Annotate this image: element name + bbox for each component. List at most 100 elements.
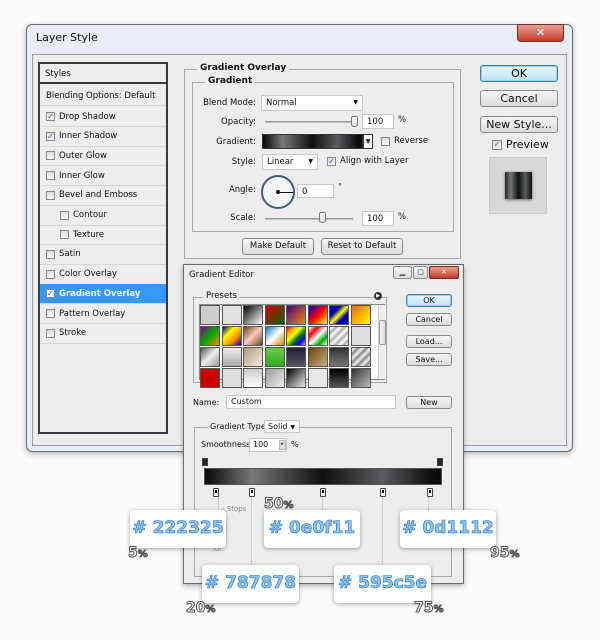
gradient-preview-swatch[interactable]	[262, 134, 363, 149]
styles-header[interactable]: Styles	[40, 64, 166, 84]
preset-swatch[interactable]	[221, 326, 242, 346]
style-checkbox[interactable]	[46, 131, 55, 141]
preset-swatch[interactable]	[264, 368, 285, 388]
preset-swatch[interactable]	[350, 347, 371, 367]
opacity-input[interactable]: 100	[362, 114, 394, 129]
preset-swatch[interactable]	[264, 326, 285, 346]
opacity-stop-right[interactable]	[437, 458, 443, 466]
preset-swatch[interactable]	[221, 368, 242, 388]
blend-mode-select[interactable]: Normal	[261, 95, 363, 111]
save-button[interactable]: Save...	[406, 353, 452, 366]
style-checkbox[interactable]	[60, 210, 69, 220]
preset-swatch[interactable]	[200, 347, 220, 367]
preset-swatch[interactable]	[221, 305, 242, 325]
preset-swatch[interactable]	[350, 305, 371, 325]
style-item-texture[interactable]: Texture	[40, 225, 166, 246]
style-item-inner-shadow[interactable]: Inner Shadow	[40, 127, 166, 147]
angle-dial[interactable]	[261, 175, 295, 209]
reset-to-default-button[interactable]: Reset to Default	[321, 238, 403, 255]
reverse-checkbox[interactable]	[381, 137, 390, 149]
opacity-stop-left[interactable]	[202, 458, 208, 466]
gradient-dropdown-arrow[interactable]: ▼	[363, 134, 373, 149]
style-item-bevel-and-emboss[interactable]: Bevel and Emboss	[40, 186, 166, 206]
preset-swatch[interactable]	[286, 326, 306, 346]
presets-scrollbar[interactable]	[378, 305, 386, 379]
preset-swatch[interactable]	[329, 305, 349, 325]
style-checkbox[interactable]	[46, 269, 55, 279]
style-item-satin[interactable]: Satin	[40, 245, 166, 265]
scrollbar-thumb[interactable]	[379, 320, 386, 345]
style-checkbox[interactable]	[46, 112, 55, 121]
preset-swatch[interactable]	[329, 368, 349, 388]
align-with-layer-checkbox[interactable]	[327, 157, 336, 167]
style-checkbox[interactable]	[46, 171, 55, 181]
style-item-stroke[interactable]: Stroke	[40, 324, 166, 344]
scale-input[interactable]: 100	[362, 211, 394, 226]
gradient-editor-close-button[interactable]: ✕	[429, 266, 459, 279]
scale-slider-thumb[interactable]	[319, 212, 326, 223]
preset-swatch[interactable]	[243, 326, 263, 346]
style-item-contour[interactable]: Contour	[40, 206, 166, 226]
style-item-drop-shadow[interactable]: Drop Shadow	[40, 107, 166, 127]
preset-swatch[interactable]	[200, 326, 220, 346]
new-style-button[interactable]: New Style...	[480, 116, 558, 133]
preset-swatch[interactable]	[243, 347, 263, 367]
maximize-button[interactable]: ▢	[413, 266, 428, 279]
preset-swatch[interactable]	[329, 347, 349, 367]
preset-swatch[interactable]	[221, 347, 242, 367]
scale-slider[interactable]	[265, 218, 353, 220]
preview-checkbox[interactable]	[492, 140, 502, 150]
preset-swatch[interactable]	[307, 305, 328, 325]
preset-swatch[interactable]	[307, 326, 328, 346]
preview-checkbox-box[interactable]	[492, 140, 502, 150]
cancel-button[interactable]: Cancel	[480, 90, 558, 107]
preset-swatch[interactable]	[243, 305, 263, 325]
preset-swatch[interactable]	[286, 347, 306, 367]
blending-options-item[interactable]: Blending Options: Default	[40, 86, 166, 106]
make-default-button[interactable]: Make Default	[242, 238, 314, 255]
preset-swatch[interactable]	[243, 368, 263, 388]
style-checkbox[interactable]	[60, 230, 69, 240]
color-stop-95[interactable]	[427, 488, 434, 497]
color-stop-75[interactable]	[379, 488, 386, 497]
preset-swatch[interactable]	[350, 326, 371, 346]
style-item-inner-glow[interactable]: Inner Glow	[40, 166, 166, 187]
name-input[interactable]: Custom	[226, 395, 396, 409]
preset-swatch[interactable]	[307, 368, 328, 388]
style-checkbox[interactable]	[46, 249, 55, 259]
opacity-slider[interactable]	[265, 121, 355, 123]
color-stop-5[interactable]	[212, 488, 219, 497]
opacity-slider-thumb[interactable]	[351, 116, 358, 127]
gradient-ramp[interactable]	[204, 468, 442, 485]
preset-swatch[interactable]	[264, 305, 285, 325]
style-checkbox[interactable]	[46, 328, 55, 338]
gradient-editor-ok-button[interactable]: OK	[406, 294, 452, 307]
minimize-button[interactable]: ▁	[393, 266, 412, 279]
new-button[interactable]: New	[406, 396, 452, 409]
color-stop-50[interactable]	[320, 488, 326, 497]
smoothness-dropdown[interactable]: ▸	[279, 440, 286, 450]
close-button[interactable]: ✕	[517, 24, 564, 42]
preset-swatch[interactable]	[286, 305, 306, 325]
style-item-pattern-overlay[interactable]: Pattern Overlay	[40, 304, 166, 324]
preset-swatch[interactable]	[200, 368, 220, 388]
gradient-editor-cancel-button[interactable]: Cancel	[406, 313, 452, 326]
presets-menu-icon[interactable]: ▶	[374, 292, 382, 300]
preset-swatch[interactable]	[286, 368, 306, 388]
gradient-type-select[interactable]: Solid	[264, 420, 300, 433]
preset-swatch[interactable]	[350, 368, 371, 388]
preset-swatch[interactable]	[307, 347, 328, 367]
style-checkbox[interactable]	[46, 151, 55, 161]
style-checkbox[interactable]	[46, 190, 55, 200]
reverse-checkbox-box[interactable]	[381, 137, 390, 146]
preset-swatch[interactable]	[264, 347, 285, 367]
color-stop-20[interactable]	[248, 488, 255, 497]
style-item-color-overlay[interactable]: Color Overlay	[40, 265, 166, 285]
style-item-outer-glow[interactable]: Outer Glow	[40, 146, 166, 167]
load-button[interactable]: Load...	[406, 335, 452, 348]
preset-swatch[interactable]	[200, 305, 220, 325]
ok-button[interactable]: OK	[480, 65, 558, 82]
angle-input[interactable]: 0	[297, 184, 334, 198]
align-checkbox-box[interactable]	[327, 157, 336, 166]
style-checkbox[interactable]	[46, 289, 55, 299]
